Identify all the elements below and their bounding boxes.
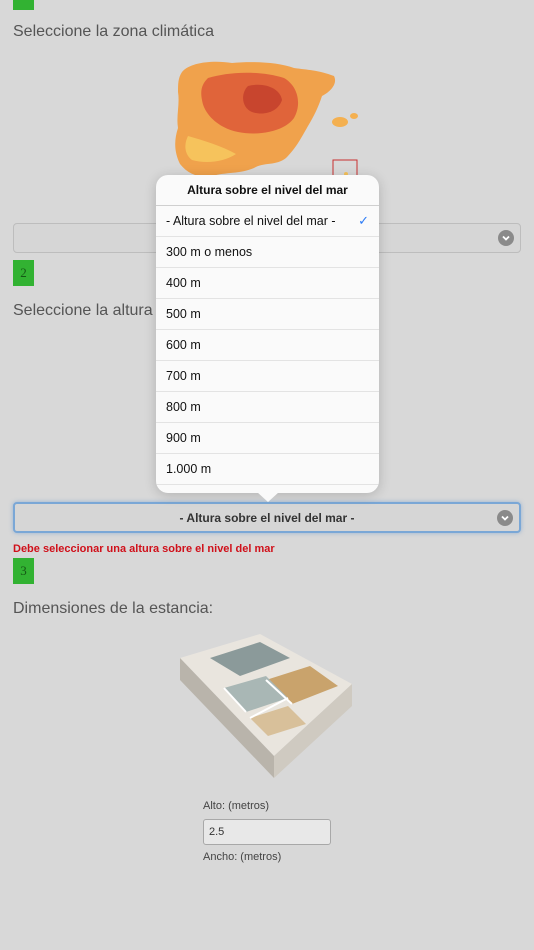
alto-input[interactable] [203,819,331,845]
picker-option[interactable]: 400 m [156,268,379,299]
picker-option-label: 400 m [166,276,201,290]
popover-arrow [257,492,279,502]
picker-option-label: - Altura sobre el nivel del mar - [166,214,336,228]
chevron-down-icon [498,230,514,246]
step-badge-3: 3 [13,558,34,584]
altitude-picker-popover: Altura sobre el nivel del mar - Altura s… [156,175,379,493]
picker-option-label: 300 m o menos [166,245,253,259]
picker-option-label: 700 m [166,369,201,383]
picker-options-list[interactable]: - Altura sobre el nivel del mar - ✓ 300 m … [156,206,379,493]
picker-option[interactable]: 700 m [156,361,379,392]
picker-option[interactable]: 600 m [156,330,379,361]
picker-option-label: 800 m [166,400,201,414]
picker-title: Altura sobre el nivel del mar [156,175,379,206]
chevron-down-icon [497,509,513,526]
picker-option-label: 900 m [166,431,201,445]
picker-option[interactable]: 500 m [156,299,379,330]
picker-option[interactable]: 300 m o menos [156,237,379,268]
step-badge-1 [13,0,34,10]
picker-option[interactable]: - Altura sobre el nivel del mar - ✓ [156,206,379,237]
picker-option[interactable]: 800 m [156,392,379,423]
alto-label: Alto: (metros) [203,800,270,812]
climate-section-title: Seleccione la zona climática [13,23,214,40]
room-3d-illustration [180,634,352,778]
map-balearic-islet [350,113,358,119]
step-badge-2: 2 [13,260,34,286]
altitude-error-message: Debe seleccionar una altura sobre el niv… [13,543,275,555]
picker-option-label: 500 m [166,307,201,321]
picker-option[interactable]: 1.000 m [156,454,379,485]
climate-zone-map[interactable] [168,56,368,186]
altitude-section-title: Seleccione la altura c [13,302,166,319]
picker-option-label: 600 m [166,338,201,352]
dimensions-section-title: Dimensiones de la estancia: [13,600,214,617]
checkmark-icon: ✓ [358,213,369,228]
map-balearic-islands [332,117,348,127]
picker-option[interactable]: 900 m [156,423,379,454]
picker-option-label: 1.000 m [166,462,212,476]
altitude-select-value: - Altura sobre el nivel del mar - [179,510,355,525]
altitude-select[interactable]: - Altura sobre el nivel del mar - [13,502,521,533]
ancho-label: Ancho: (metros) [203,851,282,863]
